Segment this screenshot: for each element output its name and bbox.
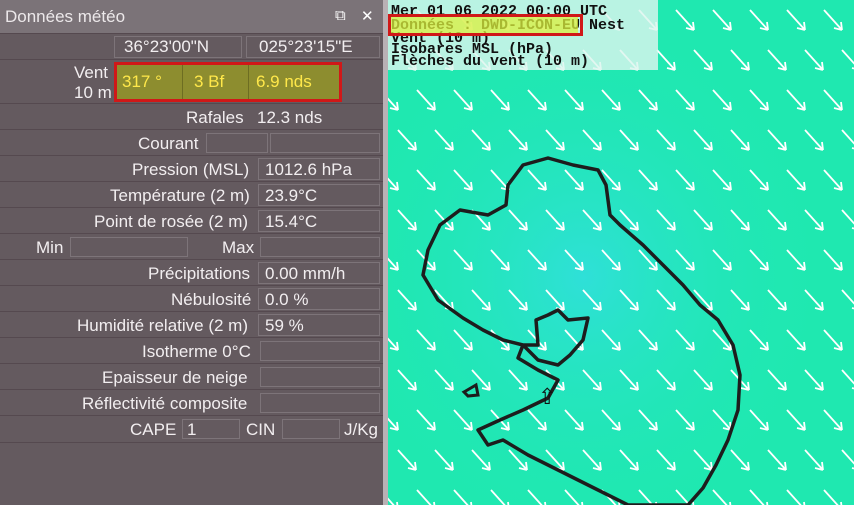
- reflectivity-label: Réflectivité composite: [82, 394, 248, 413]
- close-icon[interactable]: ✕: [361, 7, 374, 25]
- max-box: [260, 237, 380, 257]
- cloud-row: Nébulosité 0.0 %: [0, 285, 383, 312]
- gust-label: Rafales: [186, 108, 244, 127]
- pressure-label: Pression (MSL): [132, 160, 250, 179]
- isotherm-label: Isotherme 0°C: [142, 342, 251, 361]
- wind-highlight: [114, 62, 342, 102]
- cin-box: [282, 419, 340, 439]
- snow-label: Epaisseur de neige: [102, 368, 248, 387]
- current-row: Courant: [0, 129, 383, 156]
- dewpoint-row: Point de rosée (2 m) 15.4°C: [0, 207, 383, 234]
- source-highlight: [388, 14, 583, 36]
- coordinates-row: 36°23'00"N 025°23'15"E: [0, 33, 383, 60]
- wind-label: Vent: [74, 63, 109, 82]
- panel-title: Données météo: [5, 7, 126, 26]
- isotherm-box: [260, 341, 380, 361]
- cape-value: 1: [187, 420, 197, 439]
- temperature-row: Température (2 m) 23.9°C: [0, 181, 383, 208]
- min-label: Min: [36, 238, 64, 257]
- minmax-row: Min Max: [0, 233, 383, 260]
- longitude-value: 025°23'15"E: [259, 37, 353, 56]
- current-box-2: [270, 133, 380, 153]
- gust-row: Rafales 12.3 nds: [0, 103, 383, 130]
- cape-row: CAPE 1 CIN J/Kg: [0, 415, 383, 443]
- cape-label: CAPE: [130, 420, 177, 439]
- wind-row: Vent 10 m 317 ° 3 Bf 6.9 nds: [0, 59, 383, 104]
- reflectivity-row: Réflectivité composite: [0, 389, 383, 416]
- humidity-label: Humidité relative (2 m): [77, 316, 248, 335]
- cin-label: CIN: [246, 420, 276, 439]
- panel-titlebar: Données météo ⧉ ✕: [0, 0, 383, 33]
- snow-box: [260, 367, 380, 387]
- pressure-value: 1012.6 hPa: [265, 160, 352, 179]
- temperature-value: 23.9°C: [265, 186, 318, 205]
- float-icon[interactable]: ⧉: [335, 7, 346, 24]
- reflectivity-box: [260, 393, 380, 413]
- snow-row: Epaisseur de neige: [0, 363, 383, 390]
- cloud-value: 0.0 %: [265, 290, 309, 309]
- map-layer-arrows: Flèches du vent (10 m): [391, 53, 590, 70]
- pressure-row: Pression (MSL) 1012.6 hPa: [0, 155, 383, 182]
- max-label: Max: [222, 238, 255, 257]
- precipitation-row: Précipitations 0.00 mm/h: [0, 259, 383, 286]
- jkg-label: J/Kg: [344, 420, 379, 439]
- isotherm-row: Isotherme 0°C: [0, 337, 383, 364]
- weather-data-panel: Données météo ⧉ ✕ 36°23'00"N 025°23'15"E…: [0, 0, 383, 505]
- precipitation-value: 0.00 mm/h: [265, 264, 346, 283]
- min-box: [70, 237, 188, 257]
- dewpoint-label: Point de rosée (2 m): [94, 212, 249, 231]
- current-label: Courant: [138, 134, 199, 153]
- precipitation-label: Précipitations: [148, 264, 251, 283]
- humidity-value: 59 %: [265, 316, 304, 335]
- map-layer: [388, 0, 854, 505]
- latitude-value: 36°23'00"N: [124, 37, 210, 56]
- current-box-1: [206, 133, 268, 153]
- gust-value: 12.3 nds: [257, 108, 323, 127]
- temperature-label: Température (2 m): [110, 186, 250, 205]
- cursor-icon: ⇧: [538, 384, 557, 409]
- weather-map[interactable]: Mer 01 06 2022 00:00 UTC Données : DWD-I…: [388, 0, 854, 505]
- cloud-label: Nébulosité: [171, 290, 252, 309]
- dewpoint-value: 15.4°C: [265, 212, 318, 231]
- humidity-row: Humidité relative (2 m) 59 %: [0, 311, 383, 338]
- wind-height-label: 10 m: [74, 83, 112, 102]
